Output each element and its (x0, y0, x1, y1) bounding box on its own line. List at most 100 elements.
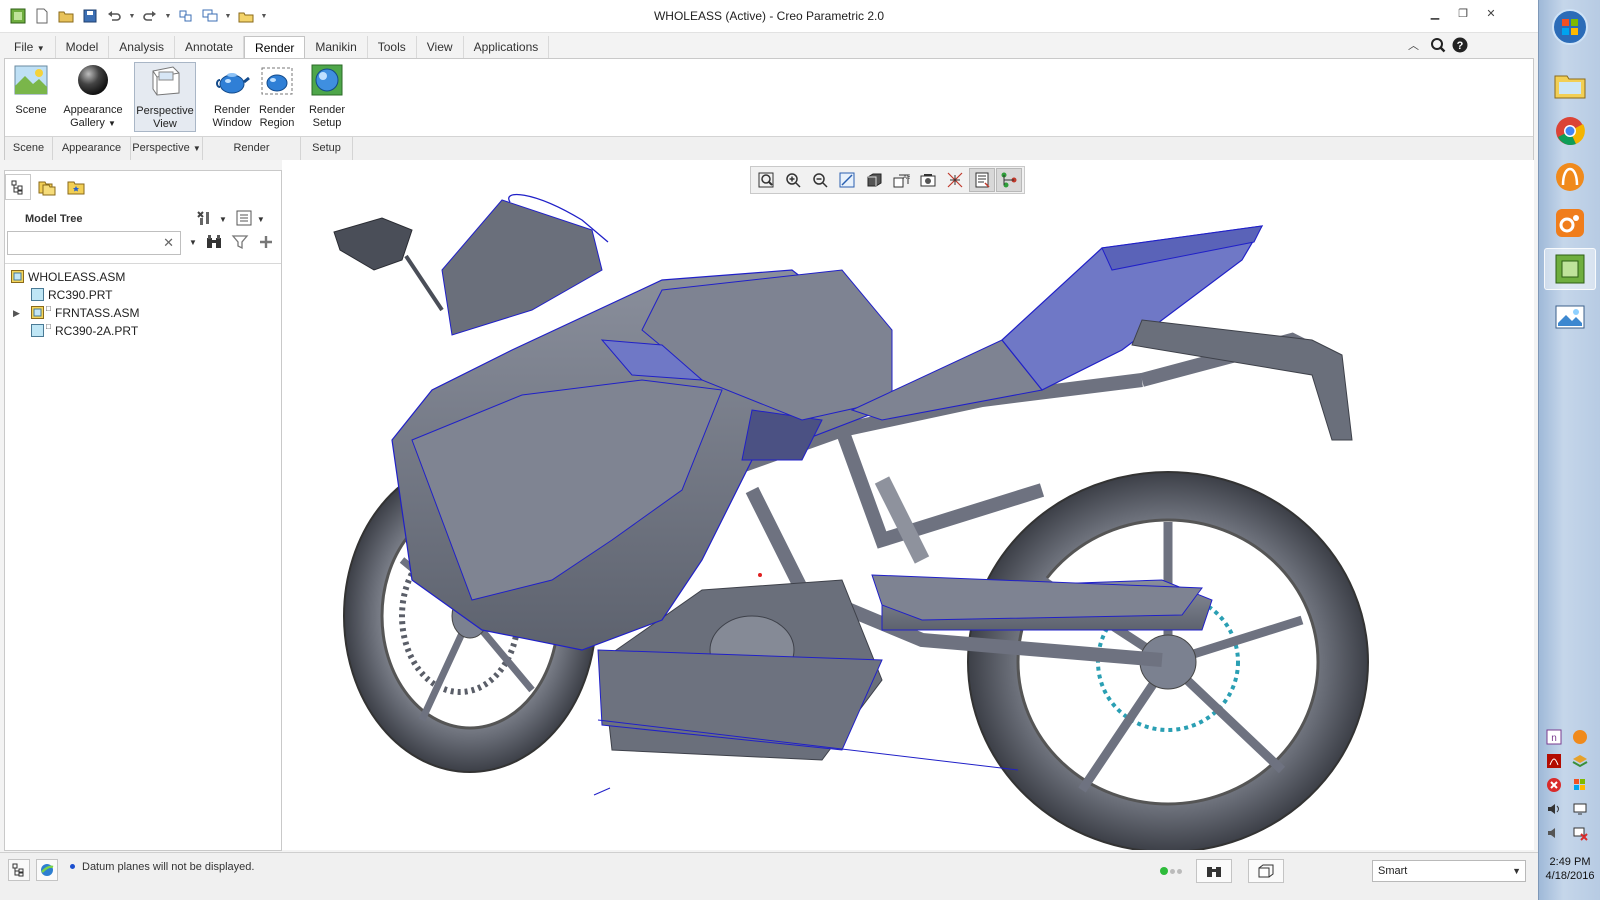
add-column-icon[interactable] (257, 233, 275, 254)
scene-label: Scene (15, 104, 47, 116)
datum-display-filters-icon[interactable] (942, 168, 968, 192)
expand-arrow-icon[interactable]: ▶ (13, 304, 20, 322)
zoom-in-icon[interactable] (780, 168, 806, 192)
selection-box-icon[interactable] (1248, 859, 1284, 883)
group-perspective[interactable]: Perspective ▼ (131, 136, 203, 160)
perspective-cube-icon (147, 63, 183, 99)
close-icon[interactable]: ✕ (1484, 7, 1498, 21)
uc-browser-icon[interactable] (1544, 202, 1596, 244)
svg-text:AB: AB (903, 175, 910, 181)
rear-wheel (967, 471, 1369, 850)
zoom-out-icon[interactable] (807, 168, 833, 192)
creo-taskbar-icon[interactable] (1544, 248, 1596, 290)
saved-orientations-icon[interactable]: AB (888, 168, 914, 192)
spin-center-icon[interactable] (996, 168, 1022, 192)
tree-item-rc390-2a[interactable]: □ RC390-2A.PRT (5, 322, 281, 340)
tab-annotate[interactable]: Annotate (175, 36, 245, 59)
view-manager-icon[interactable] (915, 168, 941, 192)
repaint-icon[interactable] (834, 168, 860, 192)
volume-icon[interactable] (1545, 800, 1563, 818)
help-icon[interactable]: ? (1452, 37, 1468, 56)
system-tray: n (1545, 728, 1597, 842)
selection-filter-select[interactable]: Smart ▼ (1372, 860, 1526, 882)
antivirus-tray-icon[interactable] (1545, 776, 1563, 794)
svg-text:n: n (1551, 733, 1557, 744)
group-render: Render (203, 136, 301, 160)
explorer-icon[interactable] (1544, 64, 1596, 106)
tab-model[interactable]: Model (56, 36, 110, 59)
tab-analysis[interactable]: Analysis (109, 36, 175, 59)
tab-manikin[interactable]: Manikin (305, 36, 368, 59)
tree-item-wholeass[interactable]: WHOLEASS.ASM (5, 268, 281, 286)
assembly-icon (31, 306, 44, 319)
clear-search-icon[interactable]: ✕ (163, 235, 174, 251)
network-disconnected-icon[interactable] (1571, 824, 1589, 842)
start-button[interactable] (1544, 6, 1596, 48)
flag-tray-icon[interactable] (1571, 776, 1589, 794)
search-dropdown-icon[interactable]: ▼ (189, 238, 197, 254)
layers-tray-icon[interactable] (1571, 752, 1589, 770)
model-tree-header: Model Tree ▼ ▼ (5, 205, 281, 231)
photo-viewer-icon[interactable] (1544, 296, 1596, 338)
scene-icon (13, 62, 49, 98)
search-icon[interactable] (1430, 37, 1446, 56)
show-list-icon[interactable] (235, 209, 253, 230)
ribbon-right-controls: ︿ ? (1408, 37, 1468, 56)
sphere-icon (75, 62, 111, 98)
filter-icon[interactable] (231, 233, 249, 254)
settings-icon[interactable] (195, 209, 215, 230)
group-appearance: Appearance (53, 136, 131, 160)
minimize-icon[interactable]: ▁ (1428, 7, 1442, 21)
model-tree-toggle-icon[interactable] (8, 859, 30, 881)
tree-search-input[interactable]: ✕ (7, 231, 181, 255)
onenote-tray-icon[interactable]: n (1545, 728, 1563, 746)
regeneration-status-icon[interactable] (1160, 867, 1190, 875)
ribbon-tabs: File ▼ Model Analysis Annotate Render Ma… (4, 36, 550, 59)
tab-render[interactable]: Render (244, 36, 306, 59)
chevron-down-icon: ▼ (107, 119, 116, 128)
media-player-icon[interactable] (1544, 156, 1596, 198)
display-tray-icon[interactable] (1571, 800, 1589, 818)
settings-dropdown-icon[interactable]: ▼ (219, 215, 227, 224)
show-dropdown-icon[interactable]: ▼ (257, 215, 265, 224)
speaker-tray-icon[interactable] (1545, 824, 1563, 842)
acrobat-tray-icon[interactable] (1545, 752, 1563, 770)
refit-icon[interactable] (753, 168, 779, 192)
restore-icon[interactable]: ❐ (1456, 7, 1470, 21)
render-setup-label-1: Render (308, 104, 346, 116)
group-scene: Scene (5, 136, 53, 160)
render-region-button[interactable]: Render Region (255, 62, 299, 132)
appearance-gallery-button[interactable]: Appearance Gallery ▼ (57, 62, 129, 132)
browser-toggle-icon[interactable] (36, 859, 58, 881)
chrome-icon[interactable] (1544, 110, 1596, 152)
find-icon[interactable] (1196, 859, 1232, 883)
clock-date: 4/18/2016 (1545, 870, 1595, 882)
tab-applications[interactable]: Applications (464, 36, 550, 59)
selection-filter-value: Smart (1378, 865, 1408, 877)
tab-file[interactable]: File ▼ (4, 36, 56, 59)
tab-tools[interactable]: Tools (368, 36, 417, 59)
taskbar-clock[interactable]: 2:49 PM 4/18/2016 (1539, 855, 1600, 883)
render-setup-icon (309, 62, 345, 98)
render-setup-button[interactable]: Render Setup (305, 62, 349, 132)
graphics-window[interactable]: AB (282, 160, 1534, 850)
render-window-label-1: Render (213, 104, 251, 116)
find-binoculars-icon[interactable] (205, 233, 223, 254)
vlc-tray-icon[interactable] (1571, 728, 1589, 746)
favorites-tab-icon[interactable] (63, 174, 89, 200)
part-icon (31, 288, 44, 301)
annotation-display-icon[interactable] (969, 168, 995, 192)
tab-view[interactable]: View (417, 36, 464, 59)
graphics-toolbar: AB (750, 166, 1025, 194)
message-bullet-icon (70, 864, 75, 869)
minimize-ribbon-icon[interactable]: ︿ (1408, 37, 1424, 53)
model-tree-tab-icon[interactable] (5, 174, 31, 200)
render-window-button[interactable]: Render Window (210, 62, 254, 132)
scene-button[interactable]: Scene (9, 62, 53, 132)
display-style-icon[interactable] (861, 168, 887, 192)
folder-browser-tab-icon[interactable] (34, 174, 60, 200)
svg-text:?: ? (1457, 40, 1464, 52)
perspective-view-button[interactable]: Perspective View (134, 62, 196, 132)
render-setup-label-2: Setup (312, 117, 342, 129)
motorcycle-model[interactable] (282, 160, 1534, 850)
